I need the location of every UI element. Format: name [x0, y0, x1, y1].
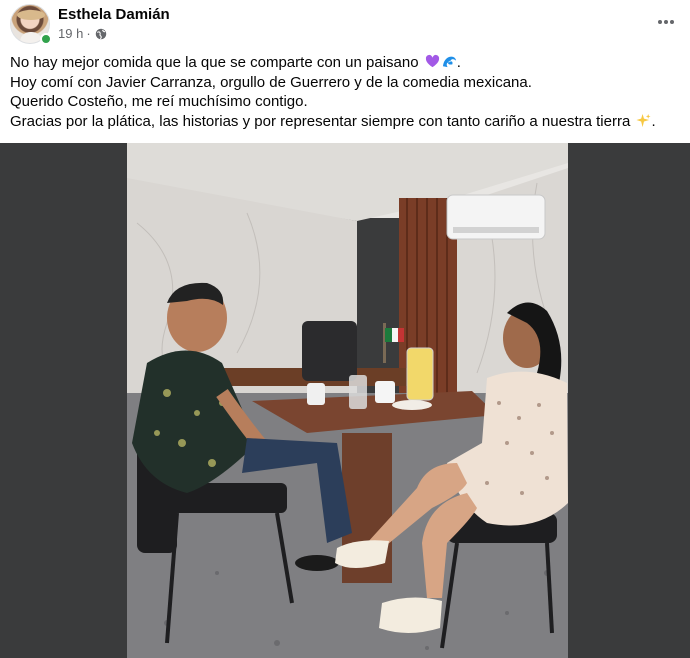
- post-line-2: Hoy comí con Javier Carranza, orgullo de…: [10, 73, 532, 91]
- avatar-hat: [17, 10, 45, 20]
- author-name[interactable]: Esthela Damián: [58, 6, 170, 23]
- post-line-1-text: No hay mejor comida que la que se compar…: [10, 54, 419, 71]
- post-line-1-end: .: [456, 54, 461, 71]
- post-line-4-end: .: [651, 112, 656, 130]
- post-header: Esthela Damián 19 h ·: [0, 0, 690, 50]
- post-text: No hay mejor comida que la que se compar…: [10, 53, 680, 131]
- post-line-3: Querido Costeño, me reí muchísimo contig…: [10, 93, 308, 110]
- water-wave-icon: [442, 56, 456, 68]
- meta-separator: ·: [86, 26, 91, 41]
- post-meta: 19 h ·: [58, 26, 107, 41]
- more-options-button[interactable]: [650, 8, 682, 36]
- sparkles-icon: [636, 113, 651, 127]
- avatar-dress: [20, 32, 42, 43]
- globe-icon[interactable]: [95, 28, 107, 40]
- post-photo-container[interactable]: [0, 143, 690, 658]
- post-line-4-text: Gracias por la plática, las historias y …: [10, 112, 631, 130]
- post-line-4: Gracias por la plática, las historias y …: [10, 112, 680, 132]
- post-photo[interactable]: [127, 143, 568, 658]
- purple-heart-icon: [425, 54, 439, 68]
- post-time[interactable]: 19 h: [58, 26, 83, 41]
- more-dots-icon: [658, 20, 674, 24]
- post-line-1: No hay mejor comida que la que se compar…: [10, 53, 680, 73]
- online-status-icon: [40, 33, 52, 45]
